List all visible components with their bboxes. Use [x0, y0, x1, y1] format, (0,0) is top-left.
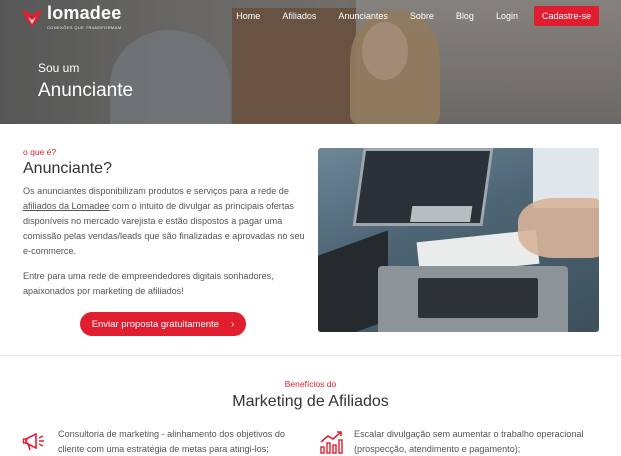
- hero-banner: lomadee CONEXÕES QUE TRANSFORMAM Home Af…: [0, 0, 621, 124]
- chevron-right-icon: ›: [230, 318, 235, 330]
- hero-title: Anunciante: [38, 80, 134, 101]
- nav-login[interactable]: Login: [496, 11, 518, 21]
- growth-chart-icon: [320, 431, 343, 454]
- benefit-text: Consultoria de marketing - alinhamento d…: [58, 429, 285, 454]
- logo[interactable]: lomadee CONEXÕES QUE TRANSFORMAM: [22, 3, 122, 30]
- send-proposal-label: Enviar proposta gratuitamente: [91, 318, 219, 330]
- intro-paragraph: Os anunciantes disponibilizam produtos e…: [23, 184, 308, 259]
- send-proposal-button[interactable]: Enviar proposta gratuitamente ›: [80, 312, 246, 336]
- fox-logo-icon: [22, 8, 42, 27]
- nav-sobre[interactable]: Sobre: [410, 11, 434, 21]
- main-nav: Home Afiliados Anunciantes Sobre Blog Lo…: [214, 6, 599, 26]
- benefit-text: Escalar divulgação sem aumentar o trabal…: [354, 429, 584, 454]
- nav-afiliados[interactable]: Afiliados: [282, 11, 316, 21]
- benefit-item: Consultoria de marketing - alinhamento d…: [22, 427, 298, 456]
- photo-laptop-front: [378, 266, 568, 332]
- nav-anunciantes[interactable]: Anunciantes: [338, 11, 388, 21]
- photo-hand: [518, 198, 599, 258]
- afiliados-link[interactable]: afiliados da Lomadee: [23, 201, 109, 211]
- intro-title: Anunciante?: [23, 160, 112, 177]
- laptops-photo: [318, 148, 599, 332]
- logo-tagline: CONEXÕES QUE TRANSFORMAM: [47, 25, 122, 30]
- intro-kicker: o que é?: [23, 147, 57, 157]
- intro-paragraph-start: Os anunciantes disponibilizam produtos e…: [23, 186, 289, 196]
- hero-subtitle: Sou um: [38, 61, 80, 75]
- section-divider: [0, 355, 621, 356]
- top-navbar: lomadee CONEXÕES QUE TRANSFORMAM Home Af…: [0, 0, 621, 34]
- benefit-item: Escalar divulgação sem aumentar o trabal…: [318, 427, 594, 456]
- benefits-kicker: Benefícios do: [284, 379, 337, 389]
- benefits-title: Marketing de Afiliados: [232, 393, 389, 410]
- photo-laptop-back: [352, 148, 494, 226]
- signup-button[interactable]: Cadastre-se: [533, 6, 599, 26]
- nav-blog[interactable]: Blog: [456, 11, 474, 21]
- nav-home[interactable]: Home: [236, 11, 260, 21]
- intro-paragraph-2: Entre para uma rede de empreendedores di…: [23, 271, 274, 296]
- logo-text: lomadee: [47, 3, 122, 23]
- megaphone-icon: [22, 432, 44, 451]
